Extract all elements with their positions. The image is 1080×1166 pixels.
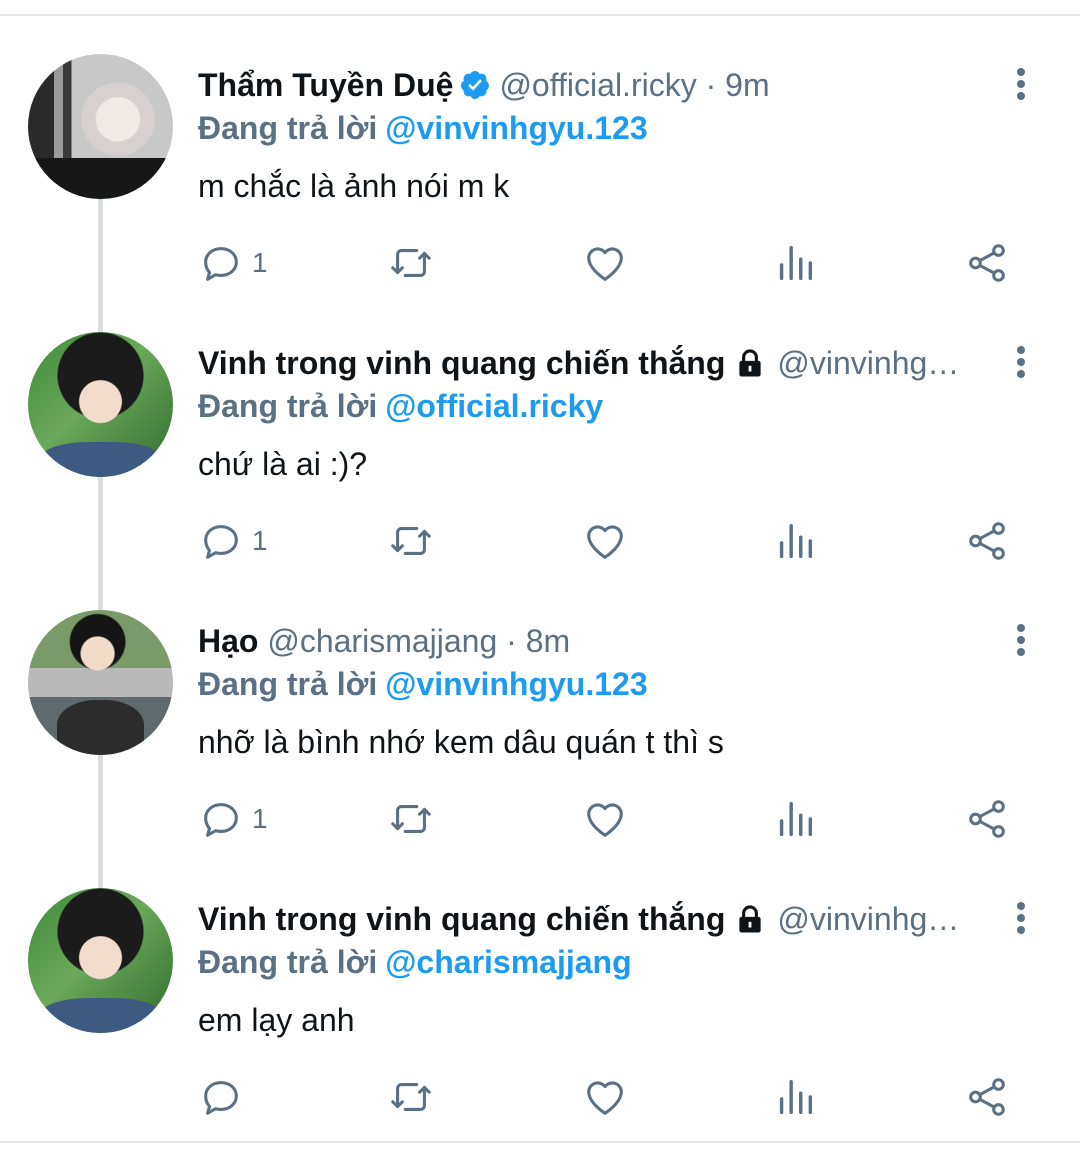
timestamp[interactable]: 8m (526, 623, 570, 659)
tweet[interactable]: Thẩm Tuyền Duệ @official.ricky · 9m Đang … (0, 54, 1080, 332)
tweet-text: nhỡ là bình nhớ kem dâu quán t thì s (198, 724, 724, 760)
reply-count: 1 (252, 525, 268, 556)
analytics-button[interactable] (772, 1070, 818, 1124)
share-button[interactable] (964, 792, 1010, 846)
replying-to-label: Đang trả lời (198, 666, 378, 702)
reply-button[interactable] (198, 1070, 252, 1124)
retweet-icon (391, 249, 431, 277)
tweet-text: m chắc là ảnh nói m k (198, 168, 510, 204)
share-icon (969, 244, 1005, 282)
reply-count: 1 (252, 247, 268, 278)
tweet-actions: 1 (198, 236, 1018, 290)
replying-to-label: Đang trả lời (198, 388, 378, 424)
avatar[interactable] (28, 888, 173, 1033)
analytics-button[interactable] (772, 792, 818, 846)
tweet-text: chứ là ai :)? (198, 446, 368, 482)
more-vertical-icon[interactable] (1006, 898, 1036, 938)
like-button[interactable] (582, 236, 628, 290)
analytics-icon (779, 1079, 813, 1115)
analytics-icon (779, 523, 813, 559)
tweet[interactable]: Vinh trong vinh quang chiến thắng @vinvin… (0, 332, 1080, 610)
user-handle[interactable]: @charismajjang (267, 623, 497, 659)
reply-icon (204, 1081, 238, 1115)
replying-to: Đang trả lời @vinvinhgyu.123 (198, 107, 648, 149)
reply-to-mention-link[interactable]: @vinvinhgyu.123 (385, 110, 647, 146)
replying-to: Đang trả lời @charismajjang (198, 941, 632, 983)
share-icon (969, 800, 1005, 838)
lock-icon (739, 349, 762, 377)
replying-to: Đang trả lời @vinvinhgyu.123 (198, 663, 648, 705)
replying-to: Đang trả lời @official.ricky (198, 385, 603, 427)
reply-icon (204, 247, 238, 281)
display-name[interactable]: Vinh trong vinh quang chiến thắng (198, 901, 725, 937)
replying-to-label: Đang trả lời (198, 110, 378, 146)
retweet-button[interactable] (388, 792, 434, 846)
analytics-icon (779, 245, 813, 281)
retweet-button[interactable] (388, 1070, 434, 1124)
analytics-button[interactable] (772, 514, 818, 568)
separator-dot: · (506, 623, 517, 659)
tweet[interactable]: Vinh trong vinh quang chiến thắng @vinvin… (0, 888, 1080, 1166)
reply-button[interactable]: 1 (198, 792, 268, 846)
tweet-actions: 1 (198, 792, 1018, 846)
tweet-text: em lạy anh (198, 1002, 355, 1038)
user-handle[interactable]: @vinvinhg… (777, 341, 959, 385)
analytics-icon (779, 801, 813, 837)
retweet-button[interactable] (388, 514, 434, 568)
timestamp[interactable]: 9m (725, 67, 769, 103)
reply-to-mention-link[interactable]: @vinvinhgyu.123 (385, 666, 647, 702)
heart-icon (587, 1081, 623, 1115)
share-button[interactable] (964, 1070, 1010, 1124)
verified-badge-icon (461, 71, 490, 99)
tweet-header: Hạo @charismajjang · 8m (198, 619, 988, 663)
retweet-icon (391, 527, 431, 555)
separator-dot: · (705, 67, 717, 103)
replying-to-label: Đang trả lời (198, 944, 378, 980)
user-handle[interactable]: @official.ricky (499, 67, 696, 103)
more-vertical-icon[interactable] (1006, 620, 1036, 660)
like-button[interactable] (582, 1070, 628, 1124)
tweet-header: Vinh trong vinh quang chiến thắng @vinvin… (198, 897, 988, 941)
bottom-divider (0, 1141, 1080, 1143)
avatar[interactable] (28, 54, 173, 199)
tweet-actions: 1 (198, 514, 1018, 568)
tweet-header: Thẩm Tuyền Duệ @official.ricky · 9m (198, 63, 988, 107)
user-handle[interactable]: @vinvinhg… (777, 897, 959, 941)
lock-icon (739, 905, 762, 933)
reply-button[interactable]: 1 (198, 236, 268, 290)
retweet-icon (391, 1083, 431, 1111)
share-icon (969, 1078, 1005, 1116)
more-vertical-icon[interactable] (1006, 64, 1036, 104)
reply-count: 1 (252, 803, 268, 834)
tweet-actions (198, 1070, 1018, 1124)
display-name[interactable]: Vinh trong vinh quang chiến thắng (198, 345, 725, 381)
avatar[interactable] (28, 610, 173, 755)
reply-to-mention-link[interactable]: @official.ricky (385, 388, 603, 424)
reply-icon (204, 803, 238, 837)
heart-icon (587, 247, 623, 281)
heart-icon (587, 525, 623, 559)
reply-icon (204, 525, 238, 559)
retweet-button[interactable] (388, 236, 434, 290)
share-icon (969, 522, 1005, 560)
tweet-header: Vinh trong vinh quang chiến thắng @vinvin… (198, 341, 988, 385)
display-name[interactable]: Hạo (198, 623, 258, 659)
avatar[interactable] (28, 332, 173, 477)
analytics-button[interactable] (772, 236, 818, 290)
share-button[interactable] (964, 236, 1010, 290)
like-button[interactable] (582, 792, 628, 846)
tweet[interactable]: Hạo @charismajjang · 8m Đang trả lời @vin… (0, 610, 1080, 888)
reply-to-mention-link[interactable]: @charismajjang (385, 944, 631, 980)
more-vertical-icon[interactable] (1006, 342, 1036, 382)
heart-icon (587, 803, 623, 837)
display-name[interactable]: Thẩm Tuyền Duệ (198, 67, 453, 103)
share-button[interactable] (964, 514, 1010, 568)
like-button[interactable] (582, 514, 628, 568)
reply-button[interactable]: 1 (198, 514, 268, 568)
top-divider (0, 0, 1080, 16)
retweet-icon (391, 805, 431, 833)
